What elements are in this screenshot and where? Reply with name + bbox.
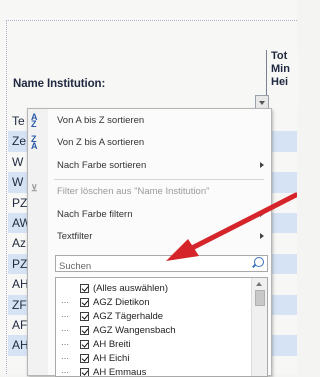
arrow-shaft <box>189 192 297 251</box>
spreadsheet: Name Institution: Tot Min Hei Te Ze W W … <box>0 0 298 377</box>
annotation-arrow <box>166 192 297 261</box>
arrow-head <box>166 239 199 261</box>
